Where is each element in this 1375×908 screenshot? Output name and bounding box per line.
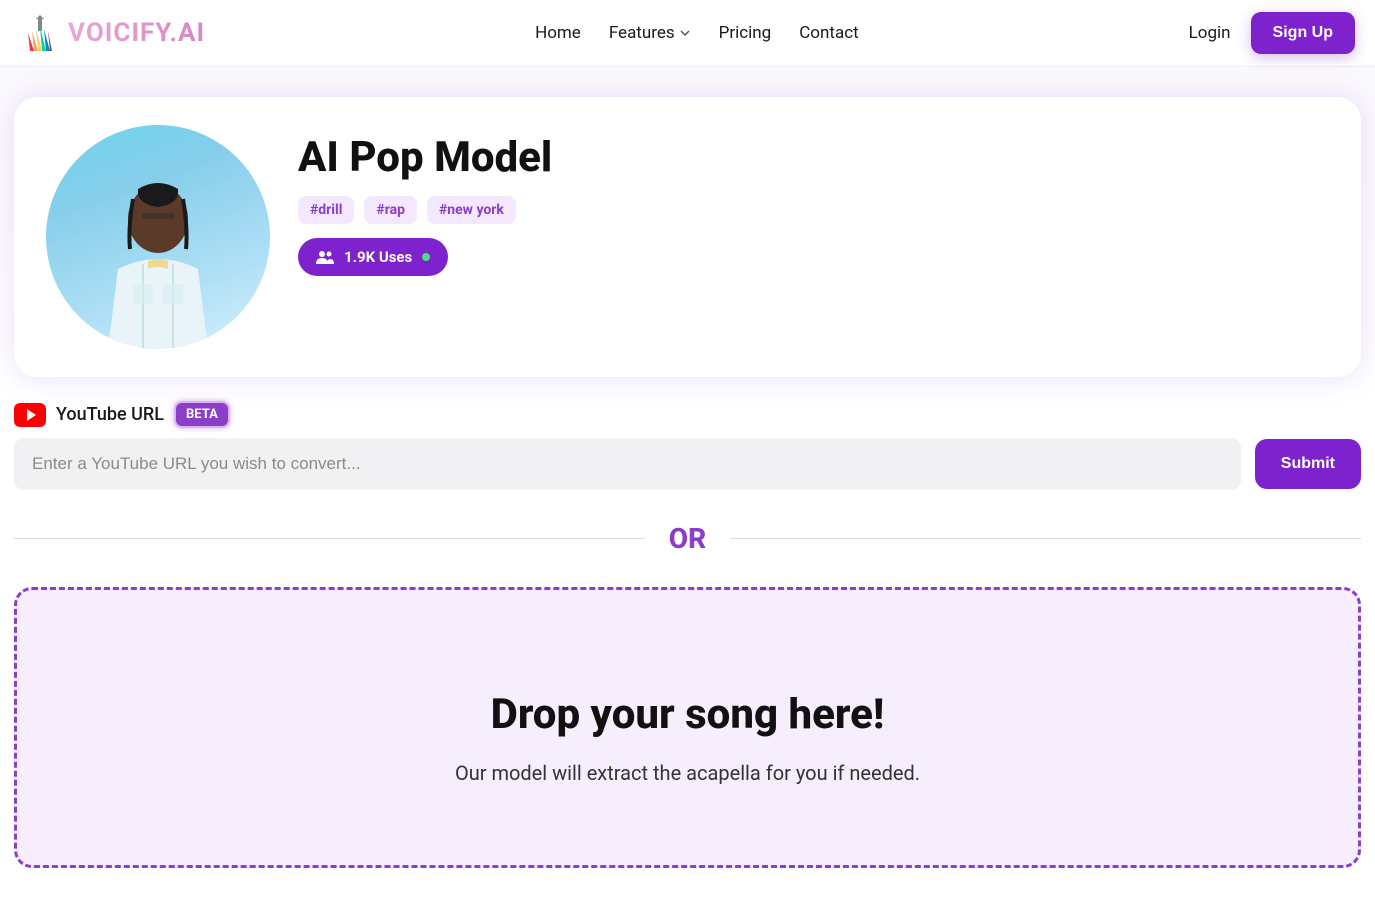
divider-text: OR: [645, 522, 730, 555]
auth-nav: Login Sign Up: [1189, 12, 1355, 54]
logo[interactable]: VOICIFY.AI: [20, 13, 205, 53]
play-icon: [27, 409, 36, 421]
site-header: VOICIFY.AI Home Features Pricing Contact…: [0, 0, 1375, 67]
dropzone-subtitle: Our model will extract the acapella for …: [57, 761, 1318, 785]
nav-contact[interactable]: Contact: [799, 23, 858, 43]
youtube-url-row: Submit: [14, 438, 1361, 490]
model-title: AI Pop Model: [298, 133, 552, 182]
uses-count-label: 1.9K Uses: [344, 248, 412, 266]
chevron-down-icon: [679, 27, 691, 39]
youtube-label-row: YouTube URL BETA: [14, 401, 1361, 428]
youtube-url-input[interactable]: [14, 438, 1241, 490]
divider-line-right: [730, 538, 1361, 539]
main-content: AI Pop Model #drill #rap #new york 1.9K …: [0, 67, 1375, 908]
status-dot-icon: [422, 253, 430, 261]
file-dropzone[interactable]: Drop your song here! Our model will extr…: [14, 587, 1361, 868]
submit-button[interactable]: Submit: [1255, 439, 1361, 489]
signup-button[interactable]: Sign Up: [1251, 12, 1355, 54]
or-divider: OR: [14, 522, 1361, 555]
uses-count-pill: 1.9K Uses: [298, 238, 448, 276]
model-info: AI Pop Model #drill #rap #new york 1.9K …: [298, 125, 552, 276]
tag-drill[interactable]: #drill: [298, 196, 354, 224]
main-nav: Home Features Pricing Contact: [535, 23, 859, 43]
model-tags: #drill #rap #new york: [298, 196, 552, 224]
nav-pricing[interactable]: Pricing: [719, 23, 772, 43]
tag-rap[interactable]: #rap: [364, 196, 417, 224]
people-icon: [316, 250, 334, 264]
youtube-icon: [14, 403, 46, 427]
nav-features[interactable]: Features: [609, 23, 691, 43]
model-avatar: [46, 125, 270, 349]
dropzone-title: Drop your song here!: [57, 690, 1318, 739]
tag-newyork[interactable]: #new york: [427, 196, 516, 224]
nav-home[interactable]: Home: [535, 23, 581, 43]
brand-text: VOICIFY.AI: [68, 18, 205, 48]
nav-features-label: Features: [609, 23, 675, 43]
login-link[interactable]: Login: [1189, 23, 1231, 43]
divider-line-left: [14, 538, 645, 539]
youtube-url-label: YouTube URL: [56, 404, 164, 425]
avatar-figure: [88, 169, 228, 349]
logo-icon: [20, 13, 60, 53]
beta-badge: BETA: [174, 401, 230, 428]
model-card: AI Pop Model #drill #rap #new york 1.9K …: [14, 97, 1361, 377]
